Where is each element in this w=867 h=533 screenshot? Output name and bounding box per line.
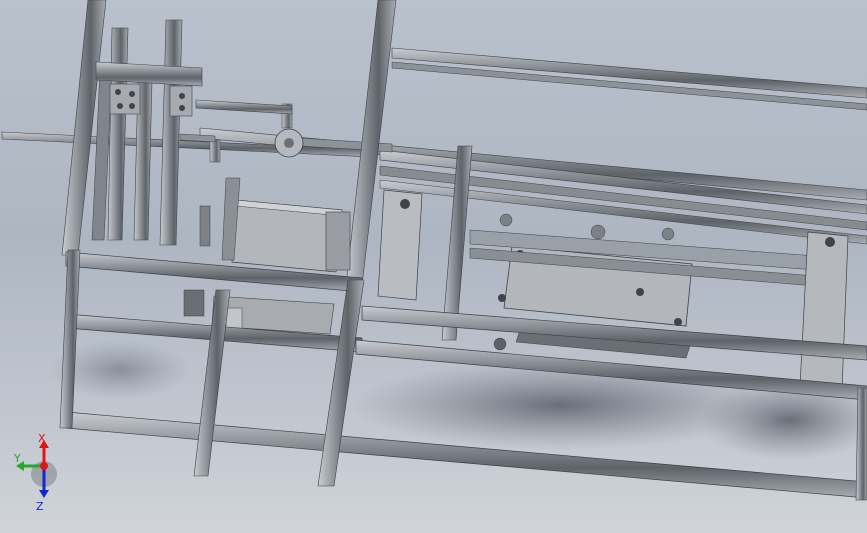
x-axis-label: X [38, 432, 46, 445]
z-axis-label: Z [36, 500, 44, 512]
front-post[interactable] [193, 289, 231, 477]
front-post[interactable] [855, 387, 867, 501]
assembly-model[interactable] [0, 0, 867, 533]
left-post[interactable] [159, 19, 183, 246]
left-post-group [61, 0, 183, 256]
coordinate-triad-icon: X Y Z [14, 432, 57, 512]
carriage-block[interactable] [183, 177, 351, 335]
front-post[interactable] [59, 249, 81, 429]
left-post[interactable] [107, 27, 129, 241]
support-arm[interactable] [195, 99, 293, 115]
y-axis-label: Y [14, 452, 21, 465]
cad-model-viewport[interactable]: X Y Z [0, 0, 867, 533]
